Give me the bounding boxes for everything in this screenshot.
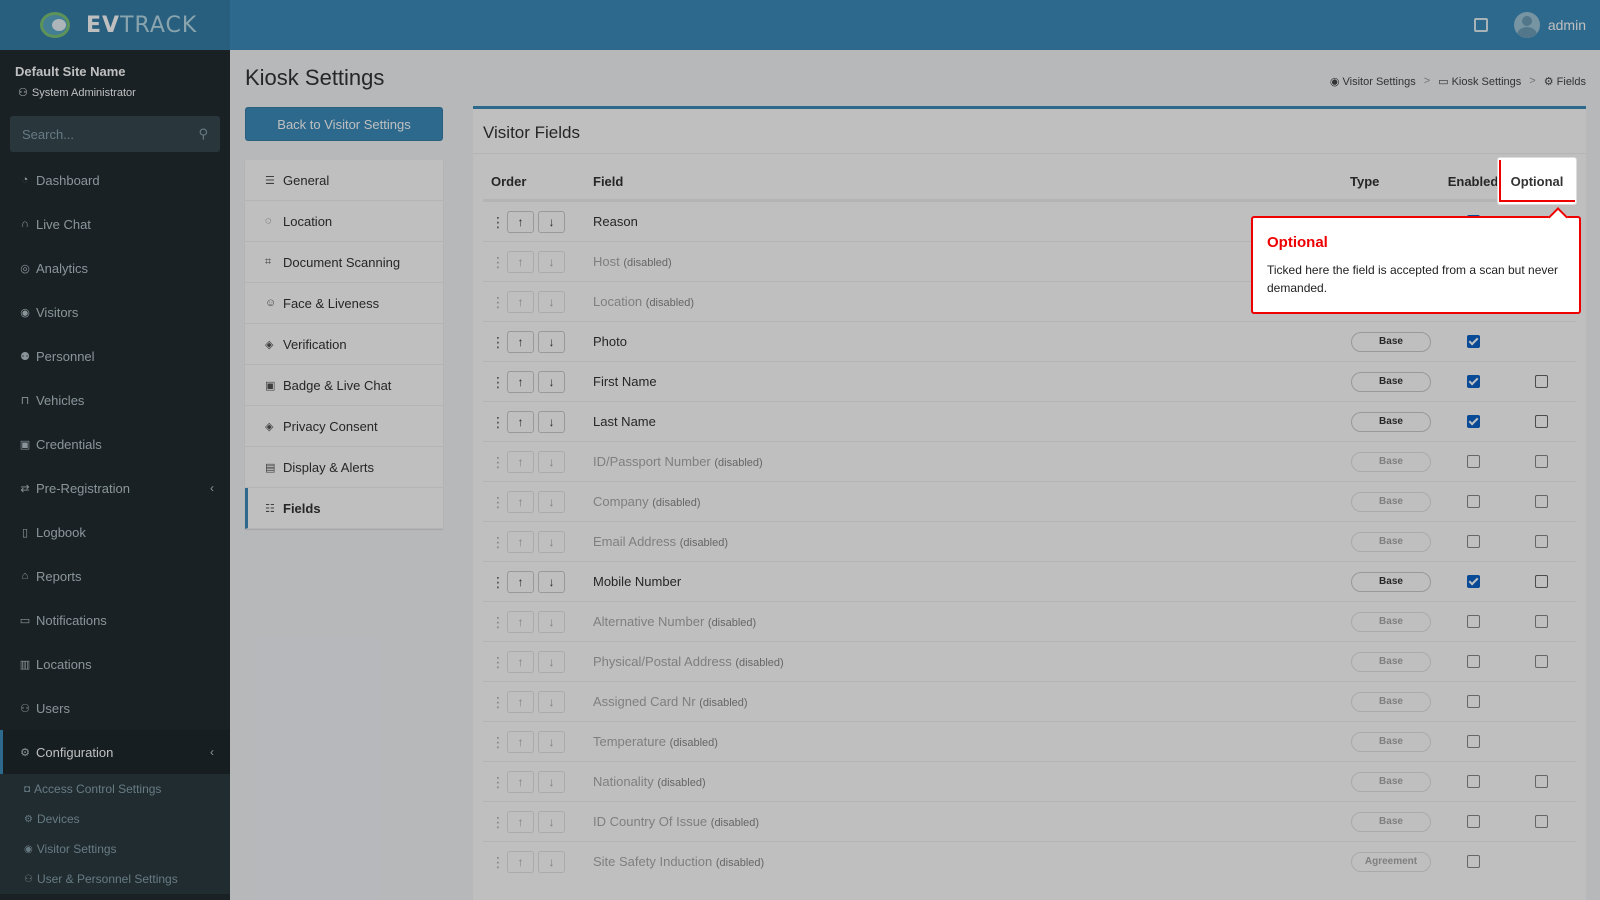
tooltip-text: Ticked here the field is accepted from a… — [1267, 263, 1559, 295]
tour-overlay[interactable] — [0, 0, 1600, 900]
highlight-frame — [1499, 160, 1575, 202]
tooltip-title: Optional — [1267, 234, 1328, 251]
tour-tooltip: Optional Ticked here the field is accept… — [1251, 216, 1581, 314]
